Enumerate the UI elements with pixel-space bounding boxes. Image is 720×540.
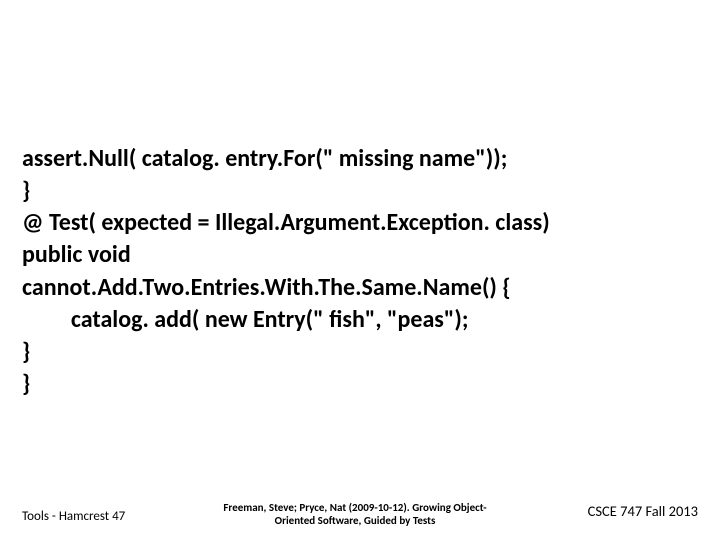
code-line: assert.Null( catalog. entry.For(" missin… [22, 143, 698, 175]
footer-left: Tools - Hamcrest 47 [22, 509, 125, 524]
code-line: } [22, 175, 698, 207]
code-line: cannot.Add.Two.Entries.With.The.Same.Nam… [22, 272, 698, 304]
footer-right: CSCE 747 Fall 2013 [588, 502, 698, 520]
code-line: } [22, 336, 698, 368]
footer: Tools - Hamcrest 47 Freeman, Steve; Pryc… [0, 494, 720, 528]
code-block: assert.Null( catalog. entry.For(" missin… [22, 143, 698, 400]
footer-citation-line1: Freeman, Steve; Pryce, Nat (2009-10-12).… [200, 501, 510, 515]
slide: assert.Null( catalog. entry.For(" missin… [0, 0, 720, 540]
code-line: public void [22, 239, 698, 271]
footer-citation-line2: Oriented Software, Guided by Tests [200, 514, 510, 528]
code-line: @ Test( expected = Illegal.Argument.Exce… [22, 207, 698, 239]
footer-citation: Freeman, Steve; Pryce, Nat (2009-10-12).… [200, 501, 510, 529]
code-line: } [22, 368, 698, 400]
code-line: catalog. add( new Entry(" fish", "peas")… [22, 304, 698, 336]
